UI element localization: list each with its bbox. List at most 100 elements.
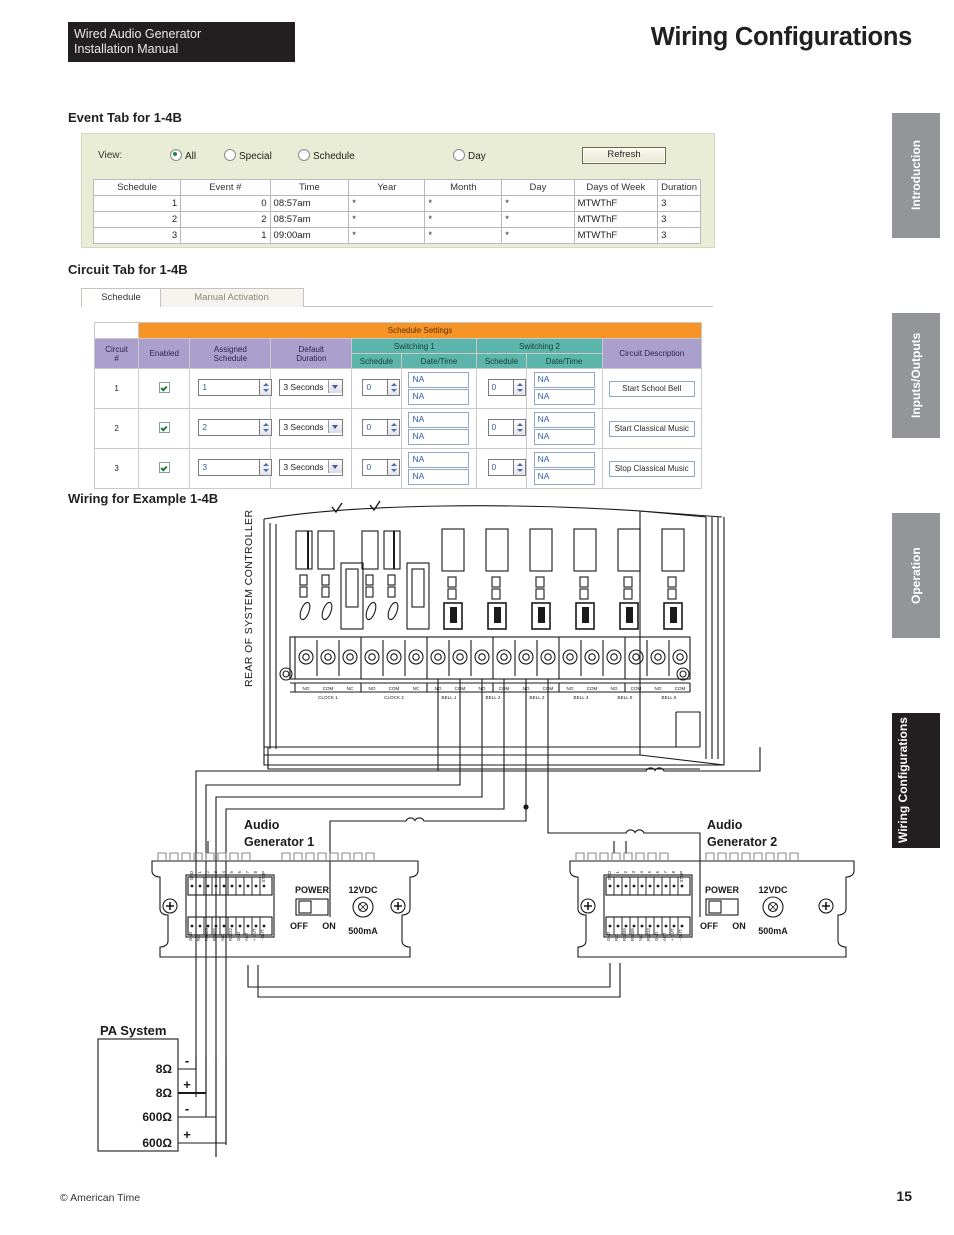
stepper-arrows-icon (387, 379, 401, 396)
table-row[interactable]: 1 0 08:57am * * * MTWThF 3 (92, 195, 701, 212)
svg-text:8Ω: 8Ω (156, 1062, 173, 1076)
event-table-body: 1 0 08:57am * * * MTWThF 3 2 2 08:57am *… (92, 195, 701, 244)
sidebar-item-operation[interactable]: Operation (892, 513, 940, 638)
col-default-duration: Default Duration (270, 338, 353, 369)
enabled-checkbox[interactable] (138, 408, 191, 449)
sw2-datetime-fields[interactable]: NA NA (525, 368, 603, 409)
table-row[interactable]: 2 2 3 Seconds 0 NA NA 0 NA NA Start Clas… (93, 408, 702, 449)
svg-text:COM: COM (499, 686, 510, 691)
svg-text:BELL 1: BELL 1 (442, 695, 457, 700)
svg-text:OFF: OFF (700, 921, 718, 931)
band-title: Schedule Settings (138, 322, 702, 339)
svg-text:BELL 4: BELL 4 (574, 695, 589, 700)
svg-text:5: 5 (229, 870, 234, 873)
svg-text:BELL 3: BELL 3 (530, 695, 545, 700)
assigned-schedule-stepper[interactable]: 3 (189, 448, 273, 489)
sw1-schedule-stepper[interactable]: 0 (351, 408, 402, 449)
stepper-arrows-icon (512, 459, 526, 476)
svg-text:5: 5 (647, 870, 652, 873)
sw1-datetime-fields[interactable]: NA NA (400, 368, 478, 409)
refresh-button[interactable]: Refresh (582, 147, 666, 164)
stepper-arrows-icon (512, 419, 526, 436)
circuit-description-input[interactable]: Stop Classical Music (601, 448, 702, 489)
sw2-schedule-stepper[interactable]: 0 (476, 448, 527, 489)
svg-text:12VDC: 12VDC (758, 885, 788, 895)
svg-text:NO: NO (303, 686, 310, 691)
checkbox-icon (158, 382, 170, 393)
table-row[interactable]: 3 3 3 Seconds 0 NA NA 0 NA NA Stop Class… (93, 448, 702, 489)
sidebar-item-inputs-outputs[interactable]: Inputs/Outputs (892, 313, 940, 438)
sw1-datetime-fields[interactable]: NA NA (400, 448, 478, 489)
svg-text:500mA: 500mA (758, 926, 788, 936)
enabled-checkbox[interactable] (138, 448, 191, 489)
table-row[interactable]: 1 1 3 Seconds 0 NA NA 0 NA NA Start Scho… (93, 368, 702, 409)
col-sw2-schedule: Schedule (476, 353, 527, 369)
svg-text:N/C: N/C (638, 934, 643, 941)
group-switching-1: Switching 1 (351, 338, 478, 354)
svg-text:COM: COM (675, 686, 686, 691)
svg-text:COM: COM (389, 686, 400, 691)
svg-text:COM: COM (323, 686, 334, 691)
radio-icon (453, 149, 465, 161)
terminal-pin-labels: NO COM NC NO COM NC NO COM NO COM NO COM NO COM … (303, 686, 686, 691)
col-assigned-schedule: Assigned Schedule (189, 338, 272, 369)
svg-text:RO: RO (196, 934, 201, 941)
sw2-schedule-stepper[interactable]: 0 (476, 368, 527, 409)
sw1-schedule-stepper[interactable]: 0 (351, 368, 402, 409)
default-duration-select[interactable]: 3 Seconds (270, 448, 353, 489)
sw2-datetime-fields[interactable]: NA NA (525, 448, 603, 489)
generator2-bottom-pins: GND RO RS485 RS485 N/C RS232 GND ACT + O… (606, 928, 683, 941)
svg-text:NO: NO (611, 686, 618, 691)
svg-text:ON: ON (732, 921, 746, 931)
svg-text:BELL 6: BELL 6 (662, 695, 677, 700)
group-switching-2: Switching 2 (476, 338, 603, 354)
wiring-diagram-svg: REAR OF SYSTEM CONTROLLER NO COM NC NO COM N… (97, 500, 855, 1157)
svg-text:STOP: STOP (261, 871, 266, 883)
col-sw2-datetime: Date/Time (525, 353, 603, 369)
sw2-schedule-stepper[interactable]: 0 (476, 408, 527, 449)
terminal-group-labels: CLOCK 1 CLOCK 2 BELL 1 BELL 2 BELL 3 BEL… (318, 695, 677, 700)
svg-text:6: 6 (237, 870, 242, 873)
circuit-description-input[interactable]: Start Classical Music (601, 408, 702, 449)
radio-icon (224, 149, 236, 161)
svg-text:+ OUT: + OUT (252, 928, 257, 941)
sidebar-item-wiring-configurations[interactable]: Wiring Configurations (892, 713, 940, 848)
svg-text:POWER: POWER (295, 885, 330, 895)
assigned-schedule-stepper[interactable]: 2 (189, 408, 273, 449)
tab-schedule[interactable]: Schedule (81, 288, 161, 307)
radio-day[interactable]: Day (453, 149, 486, 162)
enabled-checkbox[interactable] (138, 368, 191, 409)
col-event: Event # (180, 179, 271, 196)
svg-text:Audio: Audio (707, 818, 743, 832)
radio-schedule[interactable]: Schedule (298, 149, 355, 162)
svg-text:COM: COM (543, 686, 554, 691)
tab-manual-activation[interactable]: Manual Activation (159, 288, 304, 307)
sw1-datetime-fields[interactable]: NA NA (400, 408, 478, 449)
assigned-schedule-stepper[interactable]: 1 (189, 368, 273, 409)
wiring-diagram: REAR OF SYSTEM CONTROLLER NO COM NC NO COM N… (0, 497, 954, 1187)
chevron-down-icon (328, 420, 343, 433)
circuit-description-input[interactable]: Start School Bell (601, 368, 702, 409)
svg-text:Generator 2: Generator 2 (707, 835, 777, 849)
radio-icon (170, 149, 182, 161)
col-month: Month (424, 179, 503, 196)
relay-modules (295, 528, 685, 630)
col-enabled: Enabled (138, 338, 191, 369)
footer-copyright: © American Time (60, 1192, 141, 1204)
radio-special[interactable]: Special (224, 149, 272, 162)
sw1-schedule-stepper[interactable]: 0 (351, 448, 402, 489)
table-row[interactable]: 3 1 09:00am * * * MTWThF 3 (92, 227, 701, 244)
circuit-panel-body: Schedule Settings Circuit # Enabled Assi… (81, 307, 713, 489)
svg-text:NO: NO (369, 686, 376, 691)
checkbox-icon (158, 422, 170, 433)
svg-text:Generator 1: Generator 1 (244, 835, 314, 849)
default-duration-select[interactable]: 3 Seconds (270, 368, 353, 409)
sidebar-item-introduction[interactable]: Introduction (892, 113, 940, 238)
stepper-arrows-icon (387, 419, 401, 436)
svg-text:CLOCK 2: CLOCK 2 (384, 695, 404, 700)
view-label: View: (98, 150, 123, 161)
sw2-datetime-fields[interactable]: NA NA (525, 408, 603, 449)
table-row[interactable]: 2 2 08:57am * * * MTWThF 3 (92, 211, 701, 228)
default-duration-select[interactable]: 3 Seconds (270, 408, 353, 449)
radio-all[interactable]: All (170, 149, 196, 162)
